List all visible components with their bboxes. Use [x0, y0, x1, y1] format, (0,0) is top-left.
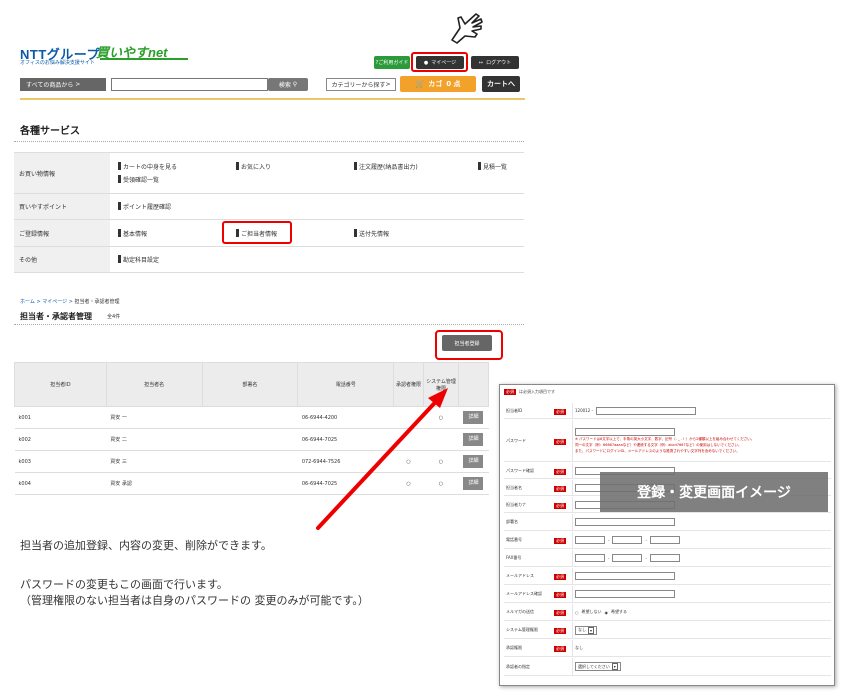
page-divider [14, 324, 524, 325]
form-row-mailmag: メルマガの送信 必須 ○ 希望しない ◉ 希望する [504, 604, 831, 621]
edit-form-preview: 必須 は必須入力項目です 担当者ID 必須 120012 - パスワード 必須 … [499, 384, 835, 686]
link-cart-contents[interactable]: カートの中身を見る [118, 162, 236, 171]
email-confirm-input[interactable] [575, 590, 675, 598]
link-shipping-info[interactable]: 送付先情報 [354, 228, 478, 238]
required-legend: 必須 は必須入力項目です [504, 389, 555, 395]
link-basic-info[interactable]: 基本情報 [118, 228, 236, 238]
form-row-dept: 部署名 [504, 514, 831, 531]
dept-input[interactable] [575, 518, 675, 526]
chevron-right-icon: > [73, 81, 81, 88]
tel-input-1[interactable] [575, 536, 605, 544]
fax-input-3[interactable] [649, 554, 680, 562]
search-input[interactable] [111, 78, 268, 91]
detail-button[interactable]: 詳細 [463, 433, 484, 446]
logout-button[interactable]: ↦ ログアウト [471, 56, 519, 69]
cart-count-button[interactable]: 🛒 カゴ 0 点 [400, 76, 476, 92]
staff-id-input[interactable] [595, 406, 696, 415]
all-products-button[interactable]: すべての商品から > [20, 78, 106, 91]
form-row-email: メールアドレス 必須 [504, 568, 831, 585]
form-row-email-confirm: メールアドレス確認 必須 [504, 586, 831, 603]
form-row-fax: FAX番号 -- [504, 550, 831, 567]
link-account-settings[interactable]: 勘定科目設定 [118, 255, 159, 264]
search-icon: ⚲ [290, 81, 298, 88]
services-divider [14, 141, 524, 142]
services-title: 各種サービス [20, 126, 80, 137]
approver-select[interactable]: 選択してください ▾ [575, 662, 621, 671]
detail-button[interactable]: 詳細 [463, 455, 484, 468]
service-label-other: その他 [14, 246, 110, 273]
form-row-approver-designate: 承認者の指定 選択してください ▾ [504, 658, 831, 676]
approver-value: なし [575, 645, 583, 650]
col-header-id: 担当者ID [14, 362, 107, 407]
register-highlight [435, 330, 503, 360]
form-row-approver: 承認権限 必須 なし [504, 640, 831, 657]
chevron-right-icon: > [385, 81, 391, 88]
radio-no-icon[interactable]: ○ [575, 610, 579, 615]
breadcrumb-mypage[interactable]: マイページ [42, 299, 67, 305]
staff-info-highlight [222, 221, 292, 244]
description-line-2: パスワードの変更もこの画面で行います。 [20, 578, 228, 591]
breadcrumb-current: 担当者・承認者管理 [74, 299, 120, 305]
breadcrumb-home[interactable]: ホーム [20, 299, 35, 305]
chevron-down-icon: ▾ [588, 626, 594, 634]
go-to-cart-button[interactable]: カートへ [482, 76, 520, 92]
mypage-highlight [411, 52, 468, 72]
col-header-name: 担当者名 [105, 362, 203, 407]
description-line-3: （管理権限のない担当者は自身のパスワードの 変更のみが可能です。） [20, 594, 369, 607]
category-search-button[interactable]: カテゴリーから探す > [326, 78, 396, 91]
tel-input-2[interactable] [612, 536, 643, 544]
col-header-action [457, 362, 490, 407]
sysadmin-select[interactable]: なし ▾ [575, 625, 597, 635]
fax-input-1[interactable] [575, 554, 605, 562]
service-label-registration: ご登録情報 [14, 219, 110, 247]
detail-button[interactable]: 詳細 [463, 477, 484, 490]
record-count: 全4件 [107, 314, 121, 320]
pointing-hand-icon [451, 13, 483, 44]
link-order-history[interactable]: 注文履歴(納品書出力) [354, 162, 478, 171]
link-estimates[interactable]: 見積一覧 [478, 162, 507, 171]
form-image-overlay-label: 登録・変更画面イメージ [600, 472, 828, 512]
search-button[interactable]: 検索 ⚲ [268, 78, 308, 91]
header-divider [20, 98, 525, 100]
password-input[interactable] [575, 427, 675, 436]
link-favorites[interactable]: お気に入り [236, 162, 354, 171]
service-label-points: 買いやすポイント [14, 193, 110, 220]
form-row-tel: 電話番号 必須 -- [504, 532, 831, 549]
link-point-history[interactable]: ポイント履歴確認 [118, 202, 171, 211]
services-table: お買い物情報 カートの中身を見る お気に入り 注文履歴(納品書出力) 見積一覧 受領確… [14, 152, 524, 273]
logout-icon: ↦ [478, 59, 484, 66]
logo-underline [100, 58, 188, 60]
detail-button[interactable]: 詳細 [463, 411, 484, 424]
description-line-1: 担当者の追加登録、内容の変更、削除ができます。 [20, 539, 272, 552]
breadcrumb: ホーム > マイページ > 担当者・承認者管理 [20, 299, 120, 305]
radio-yes-icon[interactable]: ◉ [605, 610, 609, 615]
annotation-arrow [316, 388, 448, 530]
col-header-dept: 部署名 [201, 362, 299, 407]
guide-button[interactable]: ? ご利用ガイド [374, 56, 410, 69]
chevron-down-icon: ▾ [611, 663, 618, 670]
form-row-password: パスワード 必須 ※ パスワードは8文字以上で、半角の英大小文字、数字、記号（-… [504, 420, 831, 462]
service-label-shopping: お買い物情報 [14, 152, 110, 194]
email-input[interactable] [575, 572, 675, 580]
link-receipt-confirm[interactable]: 受領確認一覧 [118, 175, 159, 184]
logo-subtitle: オフィスのお悩み解決支援サイト [20, 60, 95, 66]
tel-input-3[interactable] [649, 536, 680, 544]
cart-icon: 🛒 [415, 80, 425, 88]
form-row-sysadmin: システム管理権限 必須 なし ▾ [504, 622, 831, 639]
form-row-id: 担当者ID 必須 120012 - [504, 403, 831, 419]
fax-input-2[interactable] [612, 554, 643, 562]
page-title: 担当者・承認者管理 [20, 312, 92, 321]
